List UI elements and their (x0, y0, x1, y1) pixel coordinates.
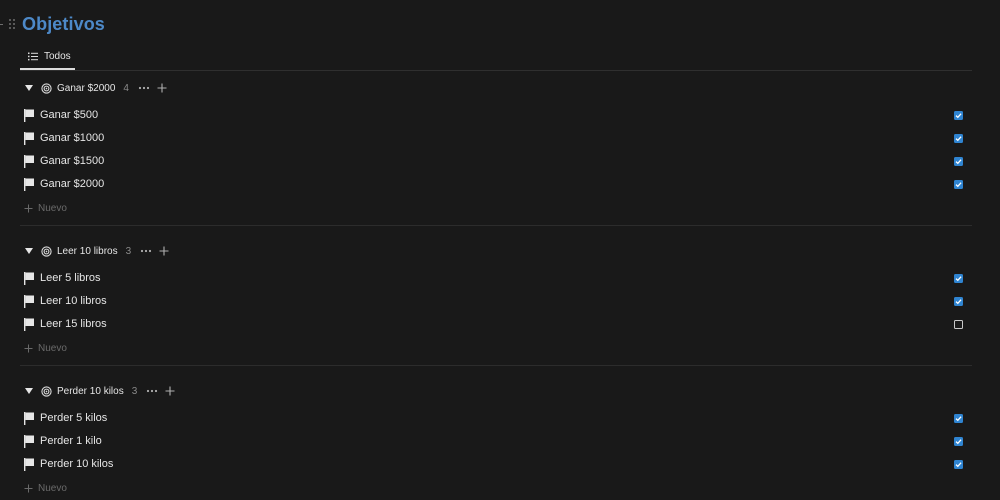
item-label: Leer 10 libros (40, 295, 107, 307)
list-item[interactable]: Perder 5 kilos (20, 408, 972, 430)
tab-todos[interactable]: Todos (20, 44, 75, 70)
checkbox-checked[interactable] (954, 297, 963, 306)
new-item-label: Nuevo (38, 482, 67, 494)
checkbox-checked[interactable] (954, 111, 963, 120)
target-icon (41, 385, 52, 397)
add-item-icon[interactable] (157, 83, 167, 93)
flag-icon (24, 109, 34, 122)
group-header: Perder 10 kilos 3 (20, 380, 175, 402)
target-icon (41, 245, 52, 257)
view-tabs: Todos (20, 44, 972, 71)
tab-label: Todos (44, 50, 71, 62)
group-name[interactable]: Ganar $2000 (57, 83, 115, 94)
checkbox-checked[interactable] (954, 134, 963, 143)
item-label: Leer 15 libros (40, 318, 107, 330)
flag-icon (24, 458, 34, 471)
caret-down-icon[interactable] (24, 83, 34, 93)
list-item[interactable]: Ganar $1500 (20, 151, 972, 173)
database-page: Objetivos Todos Ganar $2000 4 Ganar $500 Ga… (0, 0, 1000, 500)
checkbox-checked[interactable] (954, 437, 963, 446)
group-header: Leer 10 libros 3 (20, 240, 169, 262)
checkbox-checked[interactable] (954, 180, 963, 189)
item-label: Leer 5 libros (40, 272, 101, 284)
checkbox-checked[interactable] (954, 274, 963, 283)
list-item[interactable]: Perder 10 kilos (20, 454, 972, 476)
new-item-label: Nuevo (38, 202, 67, 214)
checkbox-checked[interactable] (954, 414, 963, 423)
item-label: Ganar $1000 (40, 132, 105, 144)
group-name[interactable]: Leer 10 libros (57, 246, 118, 257)
list-item[interactable]: Ganar $1000 (20, 128, 972, 150)
flag-icon (24, 412, 34, 425)
list-item[interactable]: Perder 1 kilo (20, 431, 972, 453)
new-item-label: Nuevo (38, 342, 67, 354)
checkbox-checked[interactable] (954, 460, 963, 469)
flag-icon (24, 435, 34, 448)
target-icon (41, 82, 52, 94)
group-divider (20, 225, 972, 226)
flag-icon (24, 272, 34, 285)
more-options-icon[interactable] (146, 386, 158, 396)
group-name[interactable]: Perder 10 kilos (57, 386, 124, 397)
list-item[interactable]: Leer 10 libros (20, 291, 972, 313)
plus-icon (24, 204, 33, 212)
plus-icon (24, 344, 33, 352)
flag-icon (24, 318, 34, 331)
group-header: Ganar $2000 4 (20, 77, 167, 99)
list-item[interactable]: Leer 5 libros (20, 268, 972, 290)
group-count: 3 (131, 385, 138, 397)
new-item-button[interactable]: Nuevo (20, 198, 67, 218)
flag-icon (24, 132, 34, 145)
group-count: 3 (125, 245, 132, 257)
item-label: Perder 10 kilos (40, 458, 114, 470)
more-options-icon[interactable] (138, 83, 150, 93)
checkbox-checked[interactable] (954, 157, 963, 166)
checkbox-unchecked[interactable] (954, 320, 963, 329)
caret-down-icon[interactable] (24, 246, 34, 256)
drag-handle-icon[interactable] (9, 19, 15, 31)
item-label: Ganar $1500 (40, 155, 105, 167)
flag-icon (24, 295, 34, 308)
more-options-icon[interactable] (140, 246, 152, 256)
group-count: 4 (123, 82, 129, 94)
list-item[interactable]: Ganar $500 (20, 105, 972, 127)
group-divider (20, 365, 972, 366)
caret-down-icon[interactable] (24, 386, 34, 396)
item-label: Ganar $2000 (40, 178, 105, 190)
item-label: Perder 5 kilos (40, 412, 108, 424)
plus-icon (24, 484, 33, 492)
edge-marker (0, 24, 3, 25)
new-item-button[interactable]: Nuevo (20, 338, 67, 358)
item-label: Ganar $500 (40, 109, 99, 121)
add-item-icon[interactable] (159, 246, 169, 256)
flag-icon (24, 178, 34, 191)
list-item[interactable]: Ganar $2000 (20, 174, 972, 196)
item-label: Perder 1 kilo (40, 435, 102, 447)
flag-icon (24, 155, 34, 168)
page-title[interactable]: Objetivos (22, 14, 105, 35)
add-item-icon[interactable] (165, 386, 175, 396)
new-item-button[interactable]: Nuevo (20, 478, 67, 498)
list-item[interactable]: Leer 15 libros (20, 314, 972, 336)
list-icon (28, 52, 38, 60)
